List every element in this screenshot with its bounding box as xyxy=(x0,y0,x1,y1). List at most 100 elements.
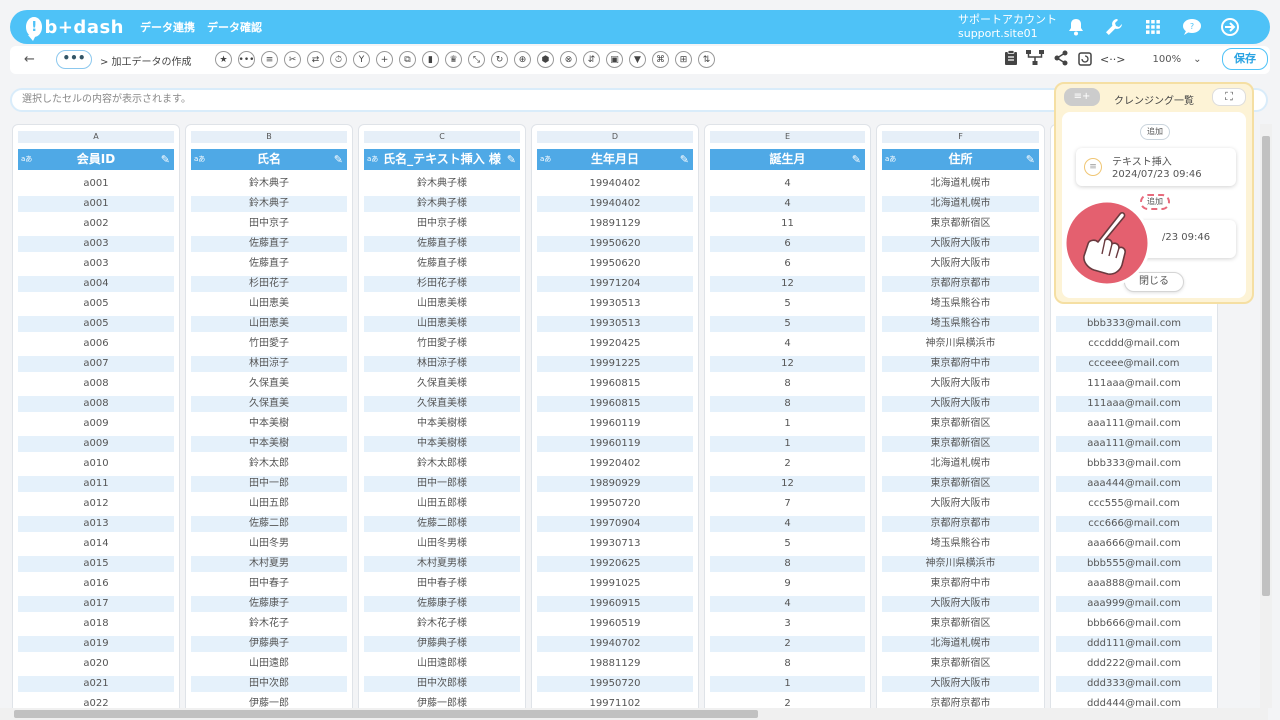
table-cell[interactable]: 佐藤二郎 xyxy=(191,516,347,532)
table-cell[interactable]: 4 xyxy=(710,336,865,352)
column-header[interactable]: aあ 会員ID ✎ xyxy=(18,149,174,170)
table-cell[interactable]: 1 xyxy=(710,416,865,432)
code-icon[interactable]: <··> xyxy=(1100,53,1125,66)
table-cell[interactable]: a017 xyxy=(18,596,174,612)
table-cell[interactable]: 19950720 xyxy=(537,676,693,692)
table-cell[interactable]: a012 xyxy=(18,496,174,512)
table-cell[interactable]: aaa111@mail.com xyxy=(1056,416,1212,432)
table-cell[interactable]: 2 xyxy=(710,696,865,708)
clipboard-icon[interactable] xyxy=(1002,50,1020,70)
hierarchy-icon[interactable] xyxy=(1026,50,1044,70)
table-cell[interactable]: 東京都新宿区 xyxy=(882,476,1039,492)
table-cell[interactable]: 田中一郎 xyxy=(191,476,347,492)
tool-button-18[interactable]: ▣ xyxy=(606,51,623,68)
table-cell[interactable]: ddd222@mail.com xyxy=(1056,656,1212,672)
table-cell[interactable]: 鈴木典子 xyxy=(191,176,347,192)
table-cell[interactable]: a020 xyxy=(18,656,174,672)
table-cell[interactable]: 19940402 xyxy=(537,176,693,192)
table-cell[interactable]: 19940702 xyxy=(537,636,693,652)
vertical-scroll-thumb[interactable] xyxy=(1262,136,1270,596)
table-cell[interactable]: 竹田愛子様 xyxy=(364,336,520,352)
table-cell[interactable]: 2 xyxy=(710,636,865,652)
table-cell[interactable]: 中本美樹 xyxy=(191,416,347,432)
table-cell[interactable]: 佐藤康子様 xyxy=(364,596,520,612)
column-letter[interactable]: F xyxy=(882,131,1039,143)
logout-icon[interactable] xyxy=(1220,17,1240,37)
table-cell[interactable]: 北海道札幌市 xyxy=(882,456,1039,472)
table-cell[interactable]: a009 xyxy=(18,416,174,432)
table-cell[interactable]: 6 xyxy=(710,256,865,272)
table-cell[interactable]: 11 xyxy=(710,216,865,232)
table-cell[interactable]: 19920402 xyxy=(537,456,693,472)
table-cell[interactable]: 田中京子様 xyxy=(364,216,520,232)
table-cell[interactable]: aaa999@mail.com xyxy=(1056,596,1212,612)
horizontal-scrollbar[interactable] xyxy=(0,708,1268,720)
table-cell[interactable]: 神奈川県横浜市 xyxy=(882,336,1039,352)
table-cell[interactable]: 埼玉県熊谷市 xyxy=(882,296,1039,312)
table-cell[interactable]: a006 xyxy=(18,336,174,352)
table-cell[interactable]: a009 xyxy=(18,436,174,452)
tool-button-6[interactable]: ⏱ xyxy=(330,51,347,68)
table-cell[interactable]: 19891129 xyxy=(537,216,693,232)
table-cell[interactable]: 神奈川県横浜市 xyxy=(882,556,1039,572)
table-cell[interactable]: 5 xyxy=(710,316,865,332)
table-cell[interactable]: 19960815 xyxy=(537,376,693,392)
tool-button-3[interactable]: ≡ xyxy=(261,51,278,68)
column-header[interactable]: aあ 氏名_テキスト挿入 様 ✎ xyxy=(364,149,520,170)
tool-button-21[interactable]: ⊞ xyxy=(675,51,692,68)
table-cell[interactable]: 北海道札幌市 xyxy=(882,196,1039,212)
table-cell[interactable]: bbb333@mail.com xyxy=(1056,316,1212,332)
edit-pencil-icon[interactable]: ✎ xyxy=(334,149,343,170)
table-cell[interactable]: 北海道札幌市 xyxy=(882,636,1039,652)
table-cell[interactable]: 東京都新宿区 xyxy=(882,436,1039,452)
table-cell[interactable]: 19930713 xyxy=(537,536,693,552)
table-cell[interactable]: a018 xyxy=(18,616,174,632)
table-cell[interactable]: 鈴木花子 xyxy=(191,616,347,632)
tool-button-16[interactable]: ⊗ xyxy=(560,51,577,68)
table-cell[interactable]: 竹田愛子 xyxy=(191,336,347,352)
table-cell[interactable]: 林田涼子 xyxy=(191,356,347,372)
table-cell[interactable]: 19960519 xyxy=(537,616,693,632)
table-cell[interactable]: a008 xyxy=(18,376,174,392)
nav-data-link[interactable]: データ連携 xyxy=(140,19,195,35)
table-cell[interactable]: 久保直美 xyxy=(191,376,347,392)
table-cell[interactable]: 鈴木花子様 xyxy=(364,616,520,632)
table-cell[interactable]: 山田恵美様 xyxy=(364,316,520,332)
table-cell[interactable]: 佐藤直子 xyxy=(191,236,347,252)
tool-button-4[interactable]: ✂ xyxy=(284,51,301,68)
table-cell[interactable]: 19920425 xyxy=(537,336,693,352)
app-logo[interactable]: ! b+dash xyxy=(26,17,124,41)
table-cell[interactable]: 19960119 xyxy=(537,436,693,452)
table-cell[interactable]: 久保直美様 xyxy=(364,396,520,412)
table-cell[interactable]: 伊藤典子様 xyxy=(364,636,520,652)
table-cell[interactable]: 鈴木典子 xyxy=(191,196,347,212)
table-cell[interactable]: 大阪府大阪市 xyxy=(882,376,1039,392)
more-menu-button[interactable]: ••• xyxy=(56,50,92,69)
table-cell[interactable]: 山田恵美様 xyxy=(364,296,520,312)
table-cell[interactable]: 伊藤典子 xyxy=(191,636,347,652)
tool-button-22[interactable]: ⇅ xyxy=(698,51,715,68)
table-cell[interactable]: 4 xyxy=(710,176,865,192)
table-cell[interactable]: a021 xyxy=(18,676,174,692)
tool-button-2[interactable]: ••• xyxy=(238,51,255,68)
table-cell[interactable]: 鈴木典子様 xyxy=(364,176,520,192)
table-cell[interactable]: 山田冬男様 xyxy=(364,536,520,552)
table-cell[interactable]: 田中次郎 xyxy=(191,676,347,692)
table-cell[interactable]: 19960815 xyxy=(537,396,693,412)
table-cell[interactable]: 19971204 xyxy=(537,276,693,292)
table-cell[interactable]: 鈴木太郎様 xyxy=(364,456,520,472)
table-cell[interactable]: 木村夏男様 xyxy=(364,556,520,572)
table-cell[interactable]: 東京都府中市 xyxy=(882,356,1039,372)
table-cell[interactable]: 5 xyxy=(710,296,865,312)
table-cell[interactable]: 19960915 xyxy=(537,596,693,612)
table-cell[interactable]: 4 xyxy=(710,196,865,212)
table-cell[interactable]: a014 xyxy=(18,536,174,552)
column-header[interactable]: 誕生月 ✎ xyxy=(710,149,865,170)
table-cell[interactable]: ccc555@mail.com xyxy=(1056,496,1212,512)
table-cell[interactable]: 19960119 xyxy=(537,416,693,432)
table-cell[interactable]: 大阪府大阪市 xyxy=(882,256,1039,272)
tool-button-20[interactable]: ⌘ xyxy=(652,51,669,68)
tool-button-12[interactable]: ⤡ xyxy=(468,51,485,68)
table-cell[interactable]: 2 xyxy=(710,456,865,472)
table-cell[interactable]: 8 xyxy=(710,376,865,392)
